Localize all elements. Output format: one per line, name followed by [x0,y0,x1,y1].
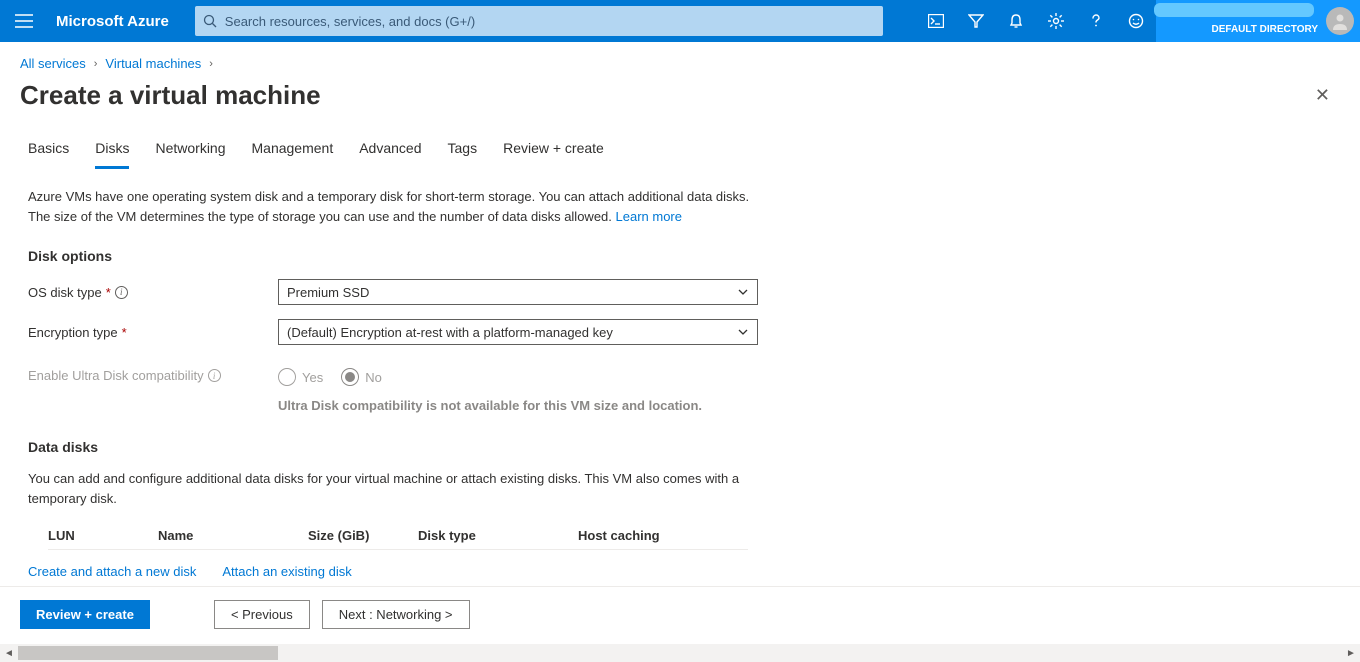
horizontal-scrollbar[interactable]: ◄ ► [0,644,1360,662]
directory-label: DEFAULT DIRECTORY [1212,24,1318,35]
col-type: Disk type [418,528,578,543]
label-ultra-disk: Enable Ultra Disk compatibility i [28,368,278,383]
redaction-stripe [1154,3,1314,17]
review-create-button[interactable]: Review + create [20,600,150,629]
tab-basics[interactable]: Basics [28,140,69,168]
tab-networking[interactable]: Networking [155,140,225,168]
radio-group-ultra: Yes No [278,368,758,386]
crumb-virtual-machines[interactable]: Virtual machines [105,56,201,71]
menu-toggle[interactable] [0,0,48,42]
col-name: Name [158,528,308,543]
chevron-right-icon: › [209,58,213,70]
link-create-disk[interactable]: Create and attach a new disk [28,564,196,579]
radio-yes: Yes [278,368,323,386]
radio-label: No [365,370,382,385]
learn-more-link[interactable]: Learn more [616,209,682,224]
desc-line-1: Azure VMs have one operating system disk… [28,189,749,204]
info-icon[interactable]: i [208,369,221,382]
label-os-disk-type: OS disk type * i [28,285,278,300]
data-disks-table-header: LUN Name Size (GiB) Disk type Host cachi… [48,522,748,550]
title-row: Create a virtual machine ✕ [0,75,1360,122]
data-disks-description: You can add and configure additional dat… [28,469,768,508]
filter-icon[interactable] [956,0,996,42]
feedback-icon[interactable] [1116,0,1156,42]
section-disk-options: Disk options [28,248,1332,264]
next-button[interactable]: Next : Networking > [322,600,470,629]
chevron-right-icon: › [94,58,98,70]
tab-review[interactable]: Review + create [503,140,604,168]
row-encryption-type: Encryption type * (Default) Encryption a… [28,318,1332,346]
radio-label: Yes [302,370,323,385]
label-encryption-type: Encryption type * [28,325,278,340]
previous-button[interactable]: < Previous [214,600,310,629]
col-lun: LUN [48,528,158,543]
info-icon[interactable]: i [115,286,128,299]
scroll-left-icon[interactable]: ◄ [0,644,18,662]
crumb-all-services[interactable]: All services [20,56,86,71]
notification-icon[interactable] [996,0,1036,42]
desc-line-2: The size of the VM determines the type o… [28,209,616,224]
col-cache: Host caching [578,528,728,543]
required-indicator: * [122,325,127,340]
close-icon[interactable]: ✕ [1305,79,1340,112]
row-os-disk-type: OS disk type * i Premium SSD [28,278,1332,306]
search-input[interactable] [225,14,883,29]
tab-strip: Basics Disks Networking Management Advan… [28,140,1332,169]
page-title: Create a virtual machine [20,80,1305,111]
tab-description: Azure VMs have one operating system disk… [28,187,808,226]
chevron-down-icon [737,326,749,338]
search-icon [195,14,225,28]
link-attach-disk[interactable]: Attach an existing disk [222,564,351,579]
chevron-down-icon [737,286,749,298]
scroll-right-icon[interactable]: ► [1342,644,1360,662]
col-size: Size (GiB) [308,528,418,543]
tab-advanced[interactable]: Advanced [359,140,421,168]
global-header: Microsoft Azure DEFAULT DIRECTORY [0,0,1360,42]
required-indicator: * [106,285,111,300]
brand-label[interactable]: Microsoft Azure [48,13,187,30]
select-encryption-type[interactable]: (Default) Encryption at-rest with a plat… [278,319,758,345]
help-icon[interactable] [1076,0,1116,42]
breadcrumb: All services › Virtual machines › [0,42,1360,75]
tab-management[interactable]: Management [252,140,334,168]
cloud-shell-icon[interactable] [916,0,956,42]
select-value: Premium SSD [287,285,369,300]
ultra-disk-hint: Ultra Disk compatibility is not availabl… [278,398,758,413]
radio-no: No [341,368,382,386]
tab-tags[interactable]: Tags [448,140,478,168]
scrollbar-thumb[interactable] [18,646,278,660]
section-data-disks: Data disks [28,439,1332,455]
data-disk-actions: Create and attach a new disk Attach an e… [28,564,1332,579]
row-ultra-disk: Enable Ultra Disk compatibility i Yes No… [28,368,1332,413]
select-os-disk-type[interactable]: Premium SSD [278,279,758,305]
avatar-icon[interactable] [1326,7,1354,35]
settings-icon[interactable] [1036,0,1076,42]
tab-disks[interactable]: Disks [95,140,129,169]
content-scroll[interactable]: Basics Disks Networking Management Advan… [0,120,1360,586]
wizard-footer: Review + create < Previous Next : Networ… [0,586,1360,642]
select-value: (Default) Encryption at-rest with a plat… [287,325,613,340]
global-search[interactable] [195,6,883,36]
